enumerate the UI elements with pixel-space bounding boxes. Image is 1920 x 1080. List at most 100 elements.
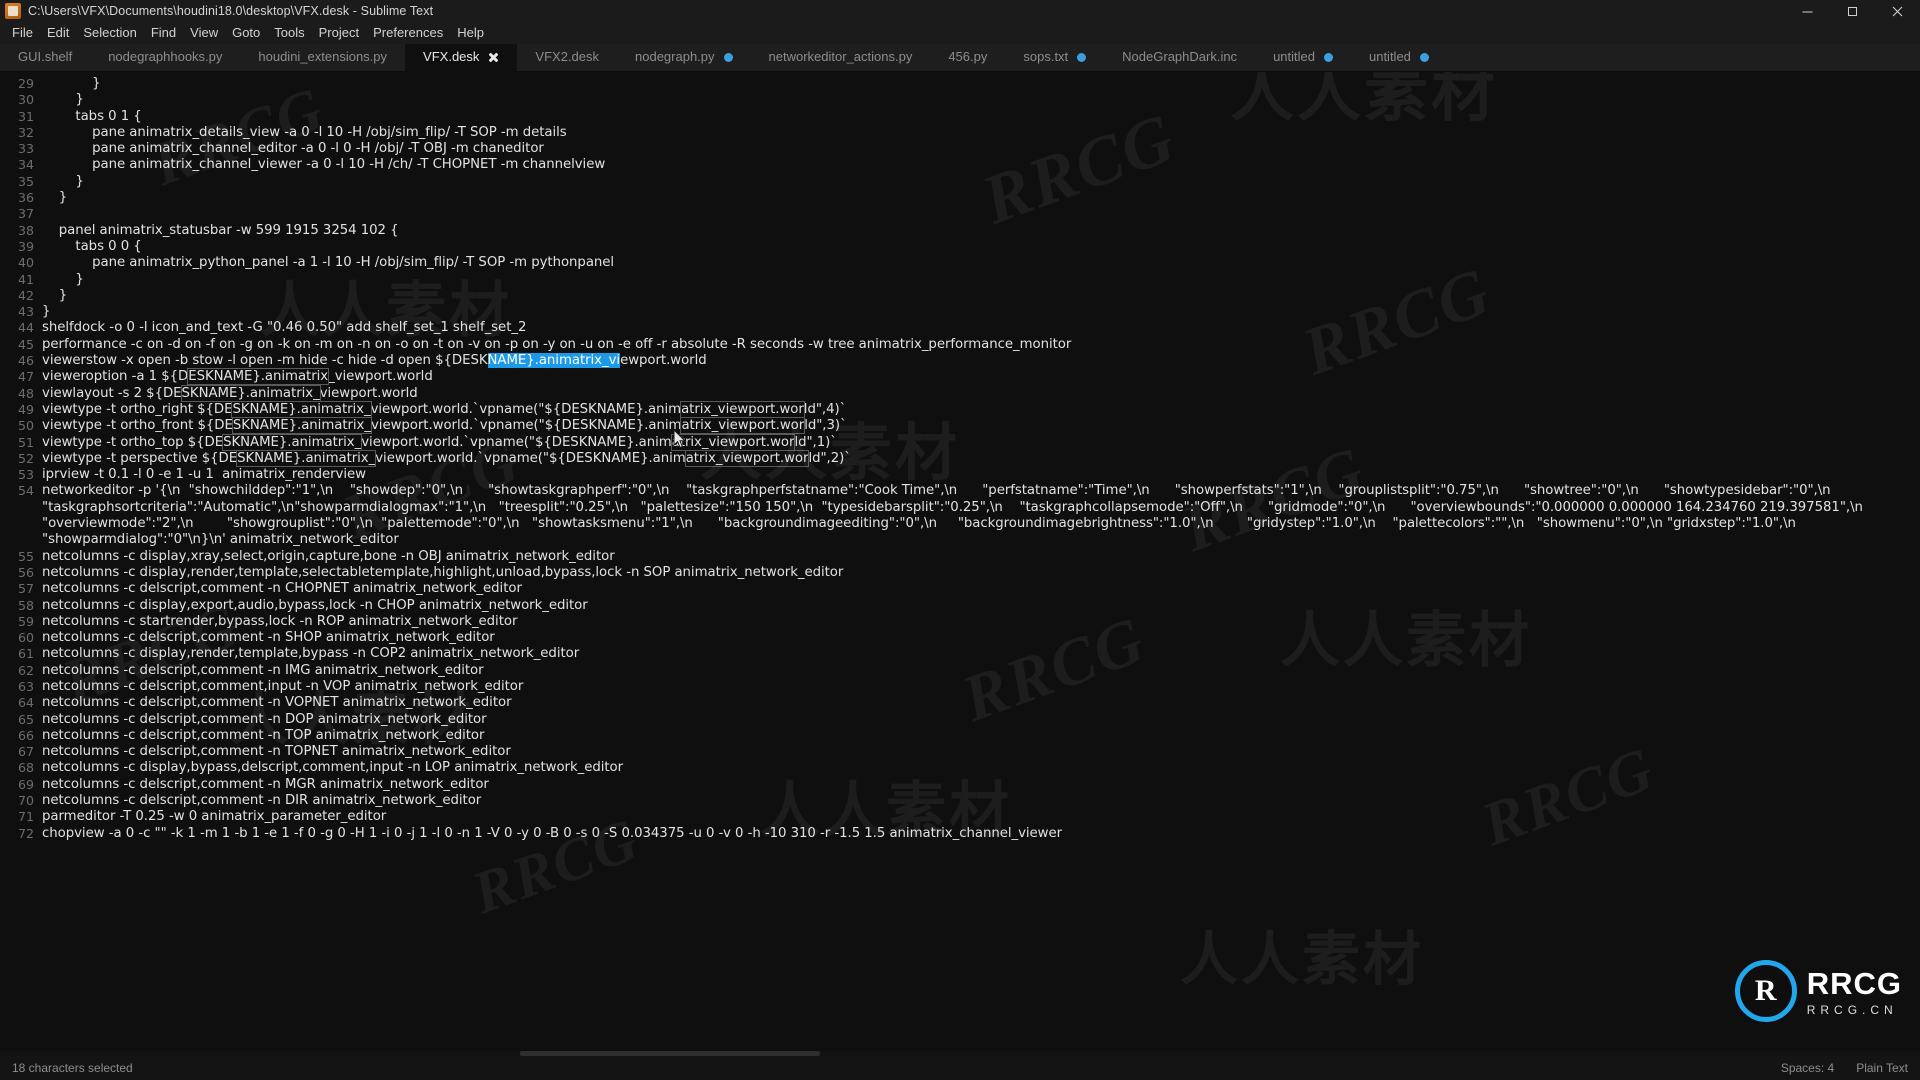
minimize-button[interactable]: [1785, 0, 1830, 22]
tab-networkeditor-actions-py[interactable]: networkeditor_actions.py: [750, 44, 931, 71]
line-content[interactable]: }: [42, 190, 1920, 206]
menu-item-tools[interactable]: Tools: [267, 23, 311, 44]
line-content[interactable]: netcolumns -c delscript,comment,input -n…: [42, 679, 1920, 695]
code-line[interactable]: 57 netcolumns -c delscript,comment -n CHO…: [0, 581, 1920, 597]
line-content[interactable]: viewtype -t ortho_top ${DESKNAME}.animat…: [42, 433, 1920, 451]
code-line[interactable]: 42 }: [0, 288, 1920, 304]
line-content[interactable]: netcolumns -c delscript,comment -n TOP a…: [42, 728, 1920, 744]
code-line[interactable]: 35 }: [0, 174, 1920, 190]
menu-item-help[interactable]: Help: [450, 23, 491, 44]
menu-item-project[interactable]: Project: [312, 23, 366, 44]
code-line[interactable]: 72 chopview -a 0 -c "" -k 1 -m 1 -b 1 -e …: [0, 826, 1920, 842]
status-indent[interactable]: Spaces: 4: [1781, 1061, 1834, 1075]
tab-unsaved-dot-icon[interactable]: [1419, 52, 1429, 62]
line-content[interactable]: chopview -a 0 -c "" -k 1 -m 1 -b 1 -e 1 …: [42, 826, 1920, 842]
tab-sops-txt[interactable]: sops.txt: [1005, 44, 1105, 71]
maximize-button[interactable]: [1830, 0, 1875, 22]
code-line[interactable]: 64 netcolumns -c delscript,comment -n VOP…: [0, 695, 1920, 711]
code-line[interactable]: 43}: [0, 304, 1920, 320]
line-content[interactable]: netcolumns -c delscript,comment -n CHOPN…: [42, 581, 1920, 597]
line-content[interactable]: [42, 206, 1920, 222]
line-content[interactable]: }: [42, 272, 1920, 288]
code-line[interactable]: 33 pane animatrix_channel_editor -a 0 -l…: [0, 141, 1920, 157]
code-editor[interactable]: 29 } 30 } 31 tabs 0 1 {32 pane animatrix_d…: [0, 72, 1920, 1056]
tab-untitled[interactable]: untitled: [1350, 44, 1447, 71]
tab-vfx2-desk[interactable]: VFX2.desk: [517, 44, 617, 71]
line-content[interactable]: performance -c on -d on -f on -g on -k o…: [42, 337, 1920, 353]
code-line[interactable]: 34 pane animatrix_channel_viewer -a 0 -l…: [0, 157, 1920, 173]
line-content[interactable]: netcolumns -c display,render,template,se…: [42, 565, 1920, 581]
code-line[interactable]: 30 }: [0, 92, 1920, 108]
tab-untitled[interactable]: untitled: [1255, 44, 1351, 71]
tab-unsaved-dot-icon[interactable]: [723, 52, 733, 62]
line-content[interactable]: viewlayout -s 2 ${DESKNAME}.animatrix_vi…: [42, 384, 1920, 402]
line-content[interactable]: viewtype -t ortho_right ${DESKNAME}.anim…: [42, 400, 1920, 418]
code-line[interactable]: 61 netcolumns -c display,render,template,…: [0, 646, 1920, 662]
menu-item-edit[interactable]: Edit: [40, 23, 76, 44]
tab-vfx-desk[interactable]: VFX.desk: [405, 44, 518, 71]
code-line[interactable]: 58 netcolumns -c display,export,audio,byp…: [0, 598, 1920, 614]
code-line[interactable]: 67 netcolumns -c delscript,comment -n TOP…: [0, 744, 1920, 760]
tab-gui-shelf[interactable]: GUI.shelf: [0, 44, 91, 71]
code-line[interactable]: 51 viewtype -t ortho_top ${DESKNAME}.anim…: [0, 433, 1920, 451]
tab-nodegraph-py[interactable]: nodegraph.py: [617, 44, 751, 71]
code-line[interactable]: 53 iprview -t 0.1 -l 0 -e 1 -u 1 animatri…: [0, 467, 1920, 483]
line-content[interactable]: viewerstow -x open -b stow -l open -m hi…: [42, 353, 1920, 369]
line-content[interactable]: networkeditor -p '{\n "showchilddep":"1"…: [42, 483, 1920, 548]
code-line[interactable]: 59 netcolumns -c startrender,bypass,lock …: [0, 614, 1920, 630]
code-line[interactable]: 45 performance -c on -d on -f on -g on -k…: [0, 337, 1920, 353]
status-syntax[interactable]: Plain Text: [1856, 1061, 1908, 1075]
close-button[interactable]: [1875, 0, 1920, 22]
code-line[interactable]: 41 }: [0, 272, 1920, 288]
line-content[interactable]: shelfdock -o 0 -l icon_and_text -G "0.46…: [42, 320, 1920, 336]
tab-nodegraphdark-inc[interactable]: NodeGraphDark.inc: [1104, 44, 1256, 71]
code-line[interactable]: 55 netcolumns -c display,xray,select,orig…: [0, 549, 1920, 565]
code-line[interactable]: 32 pane animatrix_details_view -a 0 -l 1…: [0, 125, 1920, 141]
code-line[interactable]: 71 parmeditor -T 0.25 -w 0 animatrix_para…: [0, 809, 1920, 825]
vertical-scrollbar[interactable]: [1916, 72, 1920, 1056]
code-line[interactable]: 46 viewerstow -x open -b stow -l open -m …: [0, 353, 1920, 369]
code-line[interactable]: 31 tabs 0 1 {: [0, 109, 1920, 125]
code-line[interactable]: 66 netcolumns -c delscript,comment -n TOP…: [0, 728, 1920, 744]
line-content[interactable]: netcolumns -c delscript,comment -n DIR a…: [42, 793, 1920, 809]
line-content[interactable]: vieweroption -a 1 ${DESKNAME}.animatrix_…: [42, 368, 1920, 386]
line-content[interactable]: }: [42, 76, 1920, 92]
menu-item-find[interactable]: Find: [144, 23, 183, 44]
horizontal-scrollbar[interactable]: [0, 1051, 1920, 1056]
code-line[interactable]: 29 }: [0, 76, 1920, 92]
tab-nodegraphhooks-py[interactable]: nodegraphhooks.py: [90, 44, 241, 71]
line-content[interactable]: }: [42, 174, 1920, 190]
line-content[interactable]: tabs 0 0 {: [42, 239, 1920, 255]
tab-houdini-extensions-py[interactable]: houdini_extensions.py: [240, 44, 406, 71]
line-content[interactable]: }: [42, 304, 1920, 320]
line-content[interactable]: pane animatrix_channel_editor -a 0 -l 0 …: [42, 141, 1920, 157]
code-line[interactable]: 65 netcolumns -c delscript,comment -n DOP…: [0, 712, 1920, 728]
line-content[interactable]: netcolumns -c display,export,audio,bypas…: [42, 598, 1920, 614]
line-content[interactable]: netcolumns -c display,xray,select,origin…: [42, 549, 1920, 565]
code-line[interactable]: 44 shelfdock -o 0 -l icon_and_text -G "0.…: [0, 320, 1920, 336]
code-line[interactable]: 36 }: [0, 190, 1920, 206]
editor-area[interactable]: 29 } 30 } 31 tabs 0 1 {32 pane animatrix_d…: [0, 72, 1920, 1056]
code-line[interactable]: 37: [0, 206, 1920, 222]
line-content[interactable]: tabs 0 1 {: [42, 109, 1920, 125]
code-line[interactable]: 54 networkeditor -p '{\n "showchilddep":"…: [0, 483, 1920, 548]
menu-item-file[interactable]: File: [5, 23, 40, 44]
line-content[interactable]: }: [42, 288, 1920, 304]
code-line[interactable]: 62 netcolumns -c delscript,comment -n IMG…: [0, 663, 1920, 679]
line-content[interactable]: netcolumns -c startrender,bypass,lock -n…: [42, 614, 1920, 630]
line-content[interactable]: netcolumns -c delscript,comment -n VOPNE…: [42, 695, 1920, 711]
code-line[interactable]: 40 pane animatrix_python_panel -a 1 -l 1…: [0, 255, 1920, 271]
menu-item-view[interactable]: View: [183, 23, 225, 44]
line-content[interactable]: netcolumns -c delscript,comment -n IMG a…: [42, 663, 1920, 679]
line-content[interactable]: viewtype -t perspective ${DESKNAME}.anim…: [42, 449, 1920, 467]
tab-456-py[interactable]: 456.py: [930, 44, 1006, 71]
code-line[interactable]: 68 netcolumns -c display,bypass,delscript…: [0, 760, 1920, 776]
code-line[interactable]: 56 netcolumns -c display,render,template,…: [0, 565, 1920, 581]
menu-item-selection[interactable]: Selection: [76, 23, 143, 44]
code-line[interactable]: 49 viewtype -t ortho_right ${DESKNAME}.an…: [0, 400, 1920, 418]
line-content[interactable]: pane animatrix_python_panel -a 1 -l 10 -…: [42, 255, 1920, 271]
code-line[interactable]: 50 viewtype -t ortho_front ${DESKNAME}.an…: [0, 417, 1920, 435]
code-line[interactable]: 39 tabs 0 0 {: [0, 239, 1920, 255]
line-content[interactable]: netcolumns -c display,render,template,by…: [42, 646, 1920, 662]
tab-unsaved-dot-icon[interactable]: [1323, 52, 1333, 62]
